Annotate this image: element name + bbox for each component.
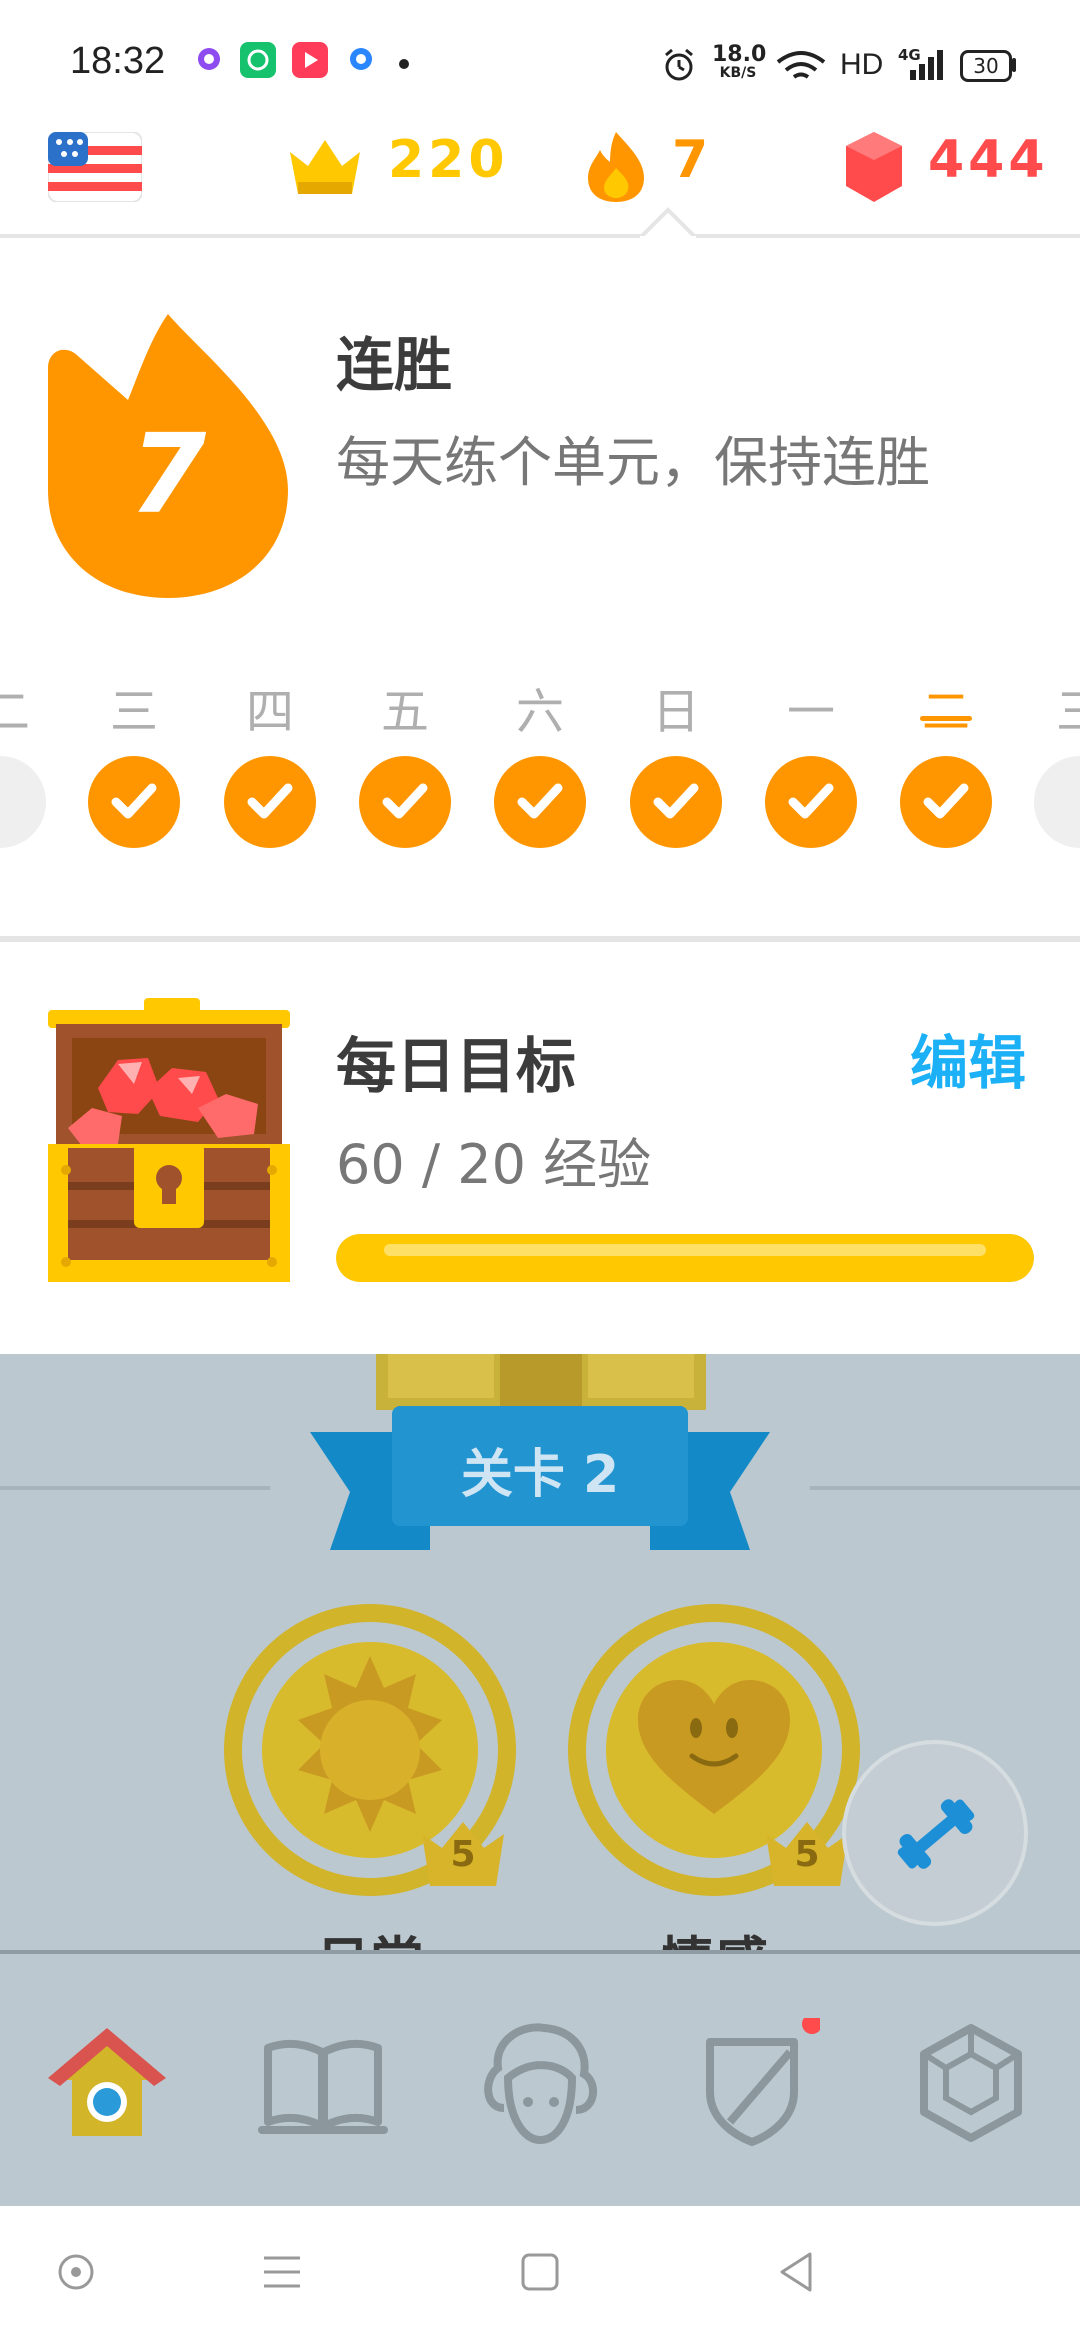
day-label: 日 bbox=[651, 684, 700, 740]
daily-goal-progress-fill bbox=[336, 1234, 1034, 1282]
day-empty-circle bbox=[0, 756, 46, 848]
hd-label: HD bbox=[840, 48, 884, 81]
us-flag-icon[interactable] bbox=[48, 132, 142, 202]
popup-caret bbox=[640, 207, 696, 240]
today-underline bbox=[920, 716, 972, 721]
more-notifications-icon bbox=[399, 59, 409, 69]
signal-icon bbox=[910, 50, 943, 80]
day-label: 四 bbox=[245, 684, 294, 740]
gem-icon[interactable] bbox=[844, 130, 904, 204]
home-system-icon[interactable] bbox=[520, 2252, 560, 2292]
back-icon[interactable] bbox=[776, 2250, 816, 2294]
streak-count[interactable]: 7 bbox=[672, 130, 712, 190]
crown-level-number: 5 bbox=[794, 1834, 820, 1875]
map-divider-line bbox=[810, 1486, 1080, 1490]
check-icon bbox=[653, 783, 699, 819]
crowns-count[interactable]: 220 bbox=[388, 130, 509, 190]
check-icon bbox=[382, 783, 428, 819]
treasure-chest-icon bbox=[48, 998, 290, 1282]
day-check-circle bbox=[224, 756, 316, 848]
streak-flame-icon[interactable] bbox=[586, 130, 646, 204]
check-icon bbox=[923, 783, 969, 819]
top-stats-bar bbox=[0, 128, 1080, 236]
crown-level-number: 5 bbox=[450, 1834, 476, 1875]
day-label-today: 二 bbox=[921, 684, 970, 740]
app-notification-icon bbox=[350, 48, 372, 70]
day-label: 三 bbox=[109, 684, 158, 740]
day-label: 六 bbox=[515, 684, 564, 740]
check-icon bbox=[111, 783, 157, 819]
leagues-shield-icon[interactable] bbox=[690, 2018, 820, 2148]
practice-button[interactable] bbox=[842, 1740, 1028, 1926]
level-label: 关卡 2 bbox=[460, 1445, 620, 1505]
section-divider bbox=[0, 936, 1080, 942]
notification-dot bbox=[802, 2018, 820, 2034]
check-icon bbox=[247, 783, 293, 819]
edit-goal-button[interactable]: 编辑 bbox=[910, 1016, 1026, 1100]
crown-icon[interactable] bbox=[286, 134, 364, 198]
status-time: 18:32 bbox=[70, 40, 166, 82]
check-icon bbox=[517, 783, 563, 819]
home-icon[interactable] bbox=[42, 2018, 172, 2148]
day-label: 一 bbox=[786, 684, 835, 740]
app-notification-icon bbox=[198, 48, 220, 70]
top-bar-divider bbox=[0, 234, 1080, 238]
day-empty-circle bbox=[1034, 756, 1080, 848]
profile-icon[interactable] bbox=[474, 2018, 604, 2148]
streak-badge-count: 7 bbox=[129, 410, 207, 538]
menu-icon[interactable] bbox=[262, 2254, 302, 2290]
wifi-icon bbox=[776, 51, 826, 79]
day-check-circle bbox=[494, 756, 586, 848]
stories-icon[interactable] bbox=[258, 2018, 388, 2148]
day-check-circle bbox=[765, 756, 857, 848]
shop-icon[interactable] bbox=[906, 2018, 1036, 2148]
daily-goal-title: 每日目标 bbox=[336, 1032, 576, 1102]
status-bar: 18:32 18.0 KB/S HD 4G 30 bbox=[0, 0, 1080, 128]
streak-title: 连胜 bbox=[336, 331, 453, 399]
battery-tip bbox=[1012, 58, 1016, 72]
dumbbell-icon bbox=[897, 1799, 975, 1869]
alarm-icon bbox=[665, 48, 693, 81]
battery-indicator: 30 bbox=[960, 50, 1012, 82]
app-notification-icon bbox=[240, 42, 276, 78]
map-divider-line bbox=[0, 1486, 270, 1490]
level-chest-icon bbox=[376, 1354, 706, 1410]
daily-goal-progress-text: 60 / 20 经验 bbox=[336, 1133, 652, 1196]
net-speed: 18.0 KB/S bbox=[712, 42, 767, 81]
assistant-icon[interactable] bbox=[56, 2252, 96, 2292]
daily-goal-progress-bar bbox=[336, 1234, 1034, 1282]
app-notification-icon bbox=[292, 42, 328, 78]
day-label: 五 bbox=[380, 684, 429, 740]
check-icon bbox=[788, 783, 834, 819]
day-check-circle-today bbox=[900, 756, 992, 848]
day-label: 二 bbox=[0, 684, 30, 740]
day-check-circle bbox=[88, 756, 180, 848]
day-check-circle bbox=[359, 756, 451, 848]
progress-bar-highlight bbox=[384, 1244, 986, 1256]
day-check-circle bbox=[630, 756, 722, 848]
streak-subtitle: 每天练个单元，保持连胜 bbox=[336, 431, 930, 494]
bottom-nav-border bbox=[0, 1950, 1080, 1954]
gems-count[interactable]: 444 bbox=[928, 130, 1049, 190]
day-label: 三 bbox=[1055, 684, 1080, 740]
